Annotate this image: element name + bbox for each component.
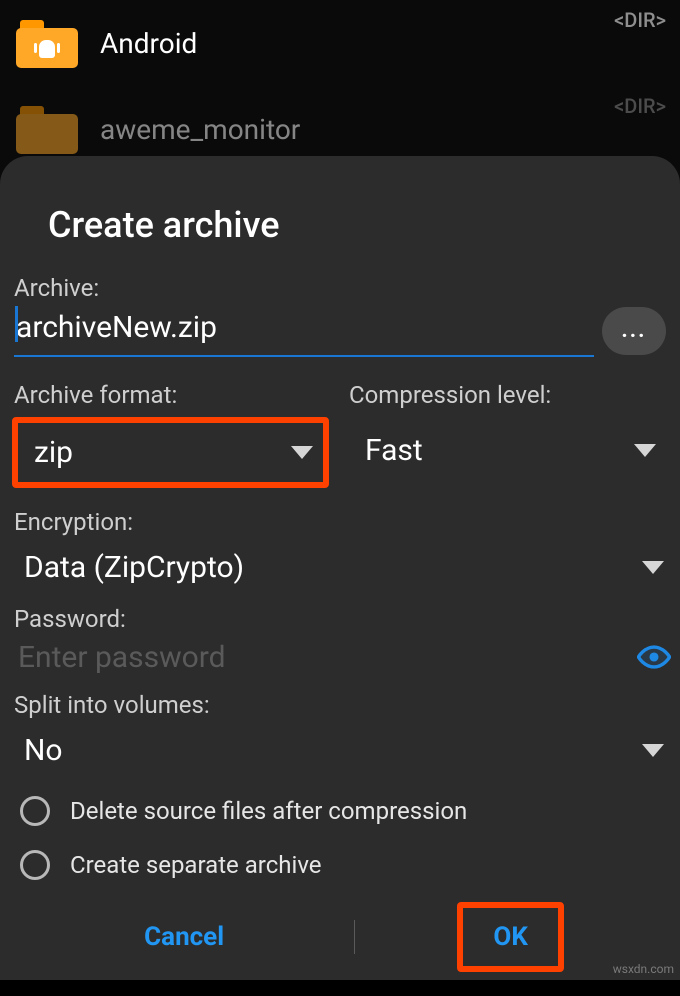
ok-button[interactable]: OK — [485, 918, 535, 956]
encryption-select[interactable]: Data (ZipCrypto) — [6, 538, 674, 597]
archive-label: Archive: — [14, 274, 666, 302]
dialog-button-bar: Cancel OK — [14, 902, 666, 996]
archive-name-input[interactable] — [14, 304, 594, 357]
dir-tag: <DIR> — [614, 94, 666, 118]
split-label: Split into volumes: — [14, 691, 674, 719]
encryption-label: Encryption: — [14, 508, 674, 536]
compression-level-select[interactable]: Fast — [349, 415, 666, 480]
chevron-down-icon — [642, 561, 664, 574]
chevron-down-icon — [634, 444, 656, 457]
split-value: No — [24, 733, 63, 768]
eye-icon[interactable] — [636, 639, 672, 675]
separate-archive-option[interactable]: Create separate archive — [14, 838, 666, 892]
delete-source-label: Delete source files after compression — [70, 797, 467, 825]
radio-icon — [20, 796, 50, 826]
chevron-down-icon — [291, 446, 313, 459]
folder-icon — [16, 104, 78, 154]
dialog-title: Create archive — [48, 204, 666, 246]
radio-icon — [20, 850, 50, 880]
format-label: Archive format: — [14, 381, 331, 409]
file-row-label: Android — [100, 27, 197, 60]
format-highlight: zip — [12, 417, 329, 488]
format-value: zip — [34, 435, 73, 470]
encryption-value: Data (ZipCrypto) — [24, 550, 244, 585]
archive-format-select[interactable]: zip — [18, 423, 323, 482]
ok-highlight: OK — [457, 902, 563, 972]
separate-archive-label: Create separate archive — [70, 851, 322, 879]
cancel-button[interactable]: Cancel — [116, 904, 252, 970]
password-label: Password: — [14, 605, 674, 633]
dir-tag: <DIR> — [614, 8, 666, 32]
file-row[interactable]: <DIR> Android — [0, 0, 680, 86]
delete-source-option[interactable]: Delete source files after compression — [14, 784, 666, 838]
text-cursor — [15, 306, 18, 342]
button-divider — [354, 920, 355, 954]
chevron-down-icon — [642, 744, 664, 757]
level-value: Fast — [365, 433, 423, 468]
password-input[interactable] — [18, 640, 628, 675]
split-volumes-select[interactable]: No — [6, 721, 674, 780]
level-label: Compression level: — [349, 381, 666, 409]
folder-icon — [16, 18, 78, 68]
ellipsis-icon: ... — [621, 318, 646, 343]
file-row-label: aweme_monitor — [100, 113, 300, 146]
watermark: wsxdn.com — [613, 962, 674, 976]
create-archive-dialog: Create archive Archive: ... Archive form… — [0, 156, 680, 980]
browse-button[interactable]: ... — [602, 307, 666, 355]
